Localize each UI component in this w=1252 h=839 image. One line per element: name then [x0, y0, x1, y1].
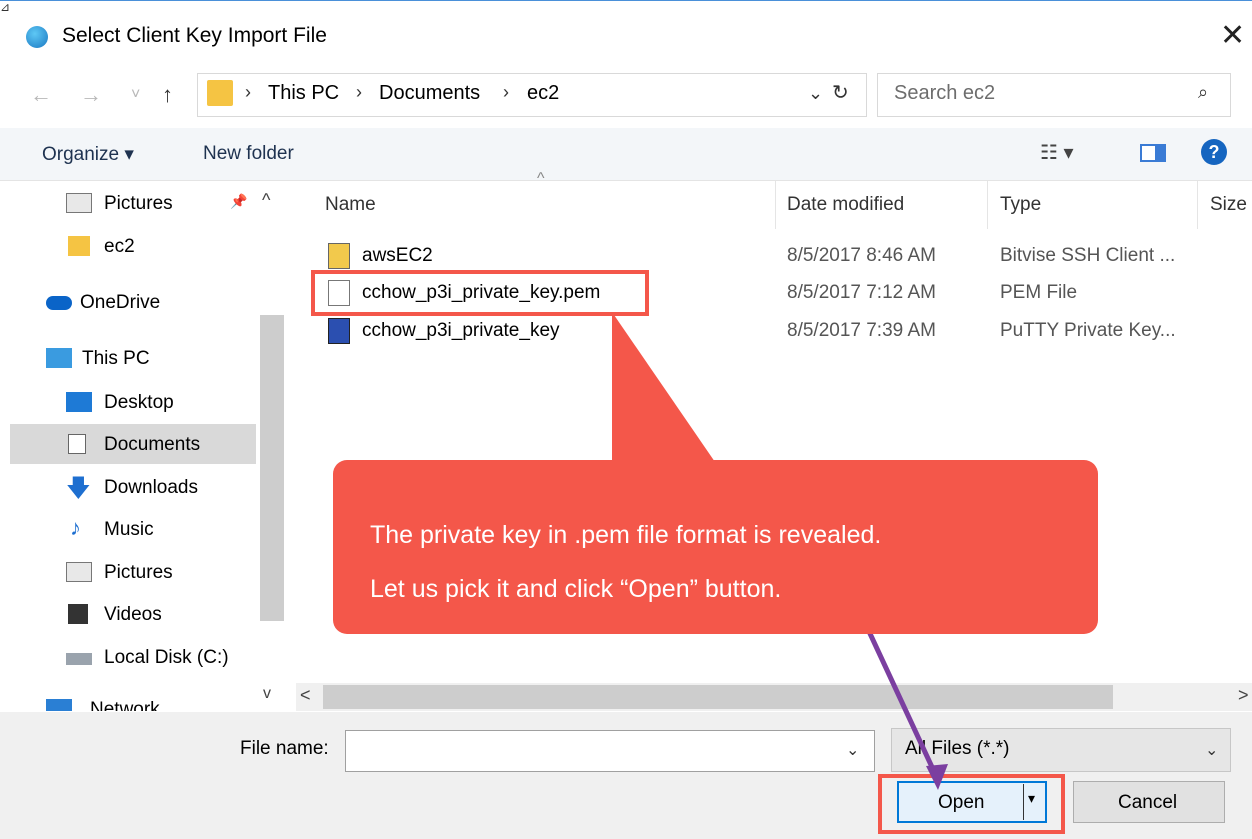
arrow-line — [857, 610, 941, 782]
arrow-head — [926, 764, 948, 790]
callout-line-2: Let us pick it and click “Open” button. — [370, 575, 782, 603]
callout-text: The private key in .pem file format is r… — [370, 508, 881, 616]
callout-tail — [612, 312, 715, 462]
callout-line-1: The private key in .pem file format is r… — [370, 521, 882, 549]
callout-pointer — [612, 312, 948, 790]
